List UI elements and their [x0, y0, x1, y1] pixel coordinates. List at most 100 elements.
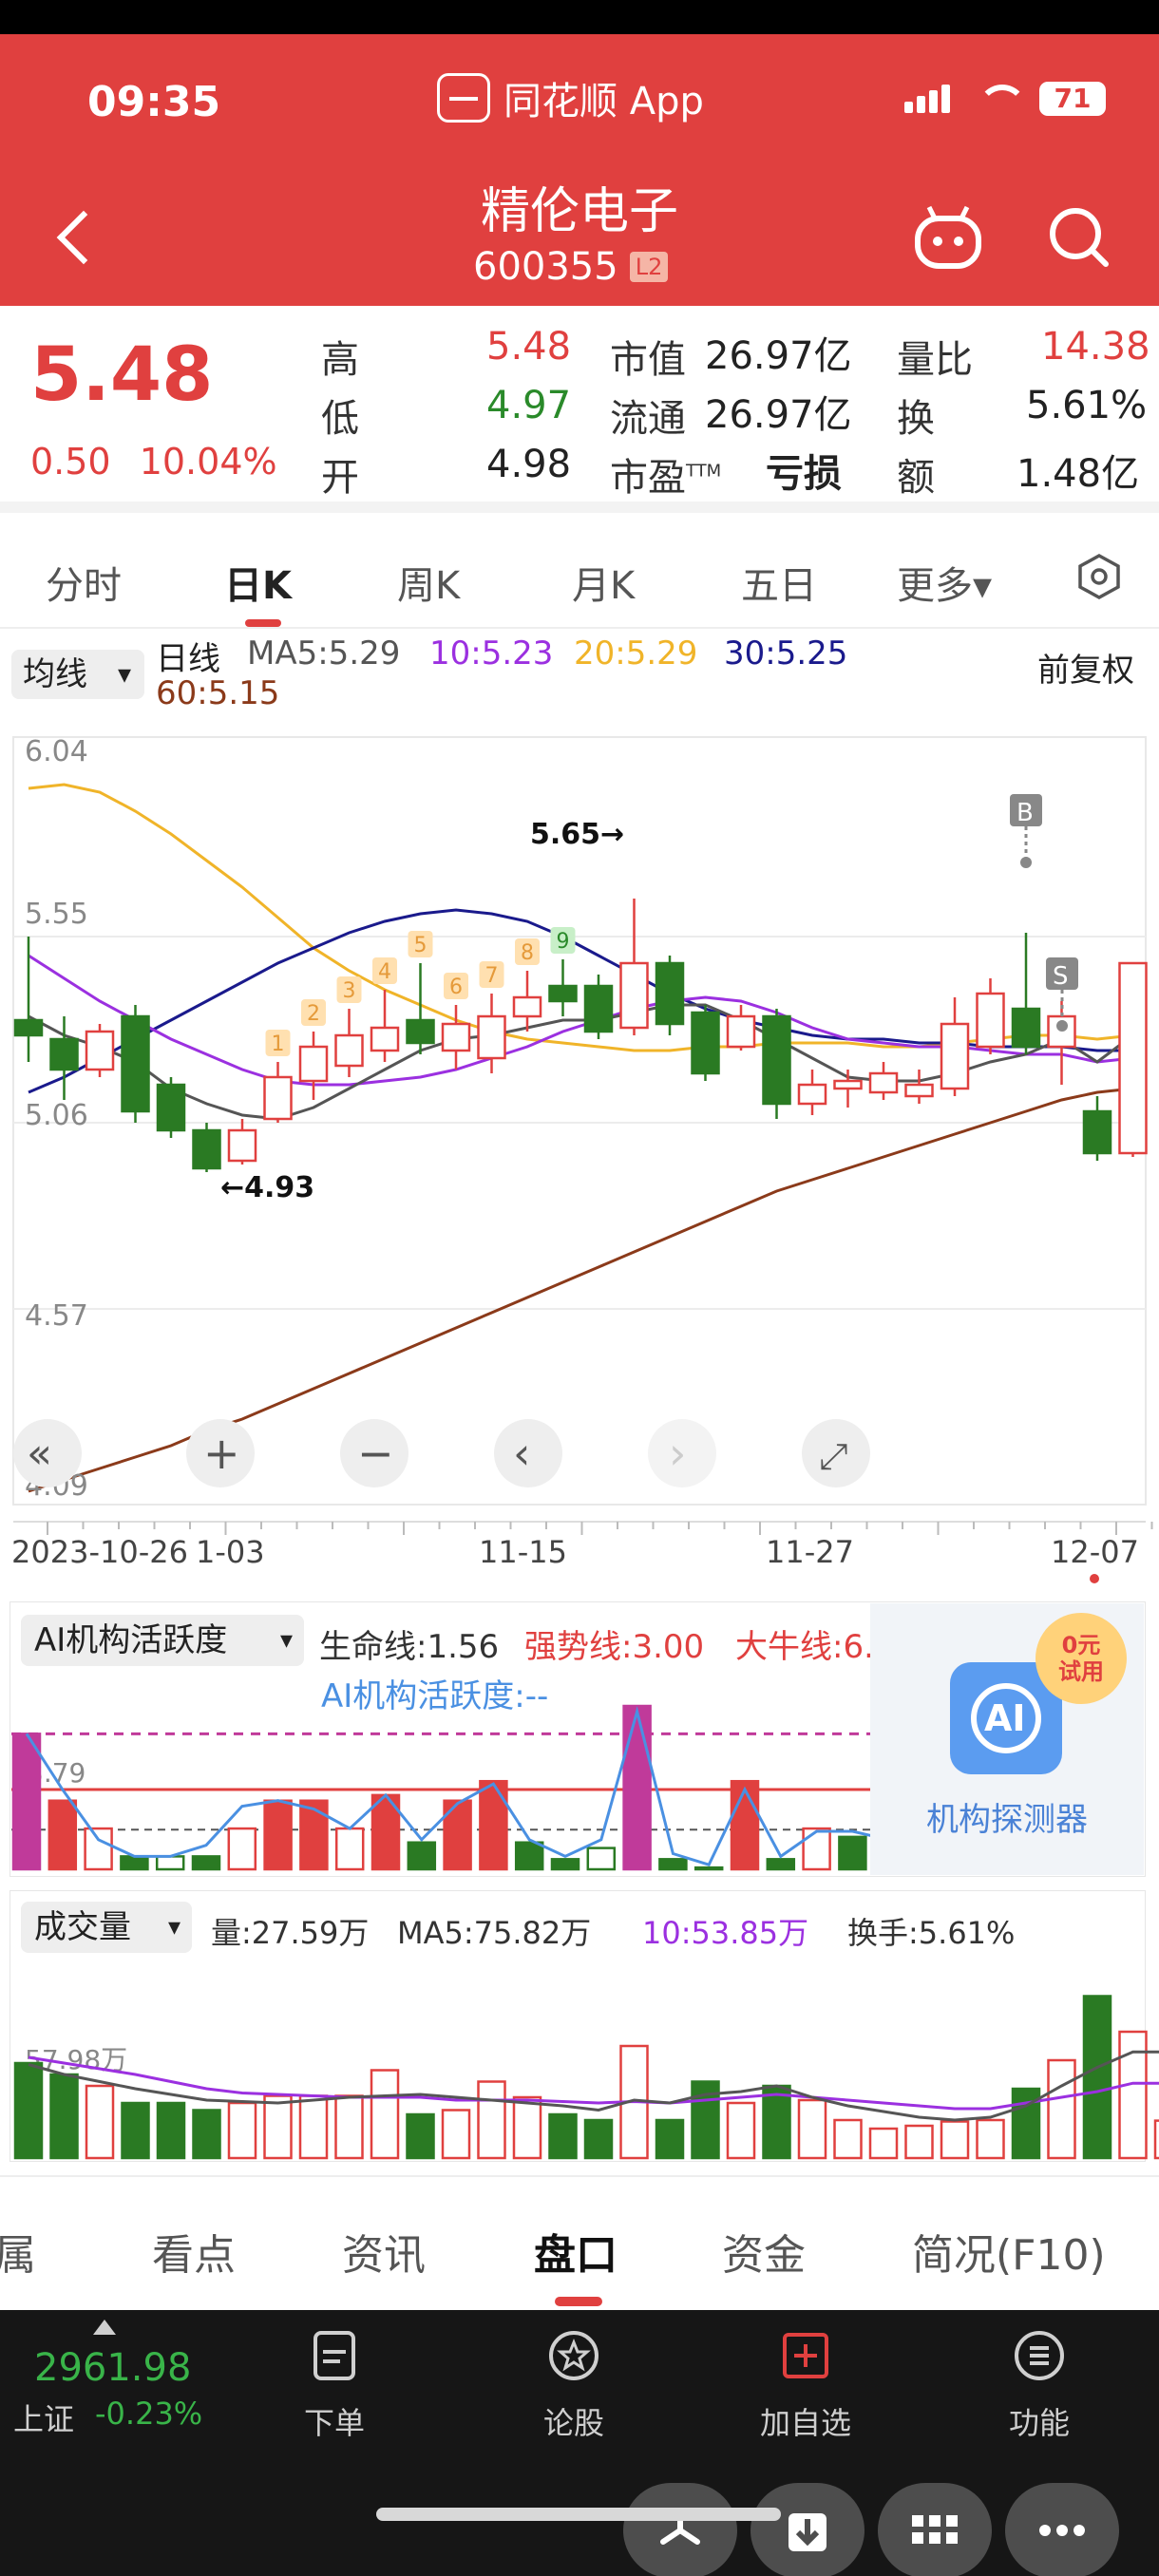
ai-bar	[84, 1827, 113, 1871]
open-value: 4.98	[486, 443, 572, 486]
search-button[interactable]	[1041, 199, 1117, 275]
add-watchlist-button[interactable]: 加自选	[739, 2329, 872, 2443]
turnover-value: 5.61%	[1026, 384, 1148, 427]
sequence-marker-label: 2	[307, 1002, 320, 1026]
candle-body	[1011, 1007, 1041, 1049]
tab-order-book[interactable]: 盘口	[534, 2221, 618, 2282]
order-doc-icon	[314, 2331, 355, 2380]
assistant-button[interactable]	[910, 199, 986, 275]
amount-label: 额	[897, 456, 935, 500]
more-dots-icon	[1039, 2525, 1085, 2536]
tab-highlights[interactable]: 看点	[152, 2221, 236, 2282]
volume-bar	[156, 2101, 186, 2160]
volume-bar	[726, 2101, 756, 2160]
candle-body	[619, 961, 649, 1030]
ma20-value: 20:5.29	[574, 635, 698, 672]
ai-bar	[227, 1827, 257, 1871]
sequence-marker-label: 7	[485, 964, 499, 988]
price-change: 0.50 10.04%	[30, 441, 277, 483]
ai-bar	[191, 1855, 221, 1871]
discuss-button[interactable]: 论股	[507, 2329, 640, 2443]
ai-bar	[334, 1827, 365, 1871]
x-tick-label: 12-07	[1051, 1534, 1139, 1570]
tab-more[interactable]: 更多▾	[897, 555, 992, 610]
candle-body	[976, 992, 1005, 1049]
tab-related[interactable]: 属	[0, 2221, 36, 2282]
vol-ratio-label: 量比	[897, 338, 973, 382]
tab-funds[interactable]: 资金	[722, 2221, 806, 2282]
volume-bar	[512, 2095, 542, 2160]
volume-bar	[13, 2061, 44, 2160]
scroll-left-button[interactable]: «	[13, 1419, 82, 1487]
fab-download-button[interactable]	[750, 2483, 864, 2576]
zoom-in-button[interactable]: +	[186, 1419, 255, 1487]
float-label: 流通	[610, 397, 686, 441]
place-order-label: 下单	[303, 2405, 365, 2441]
turnover-label: 换	[897, 397, 935, 441]
plus-box-icon	[783, 2333, 828, 2378]
high-value: 5.48	[486, 325, 572, 369]
kline-annotations: 6.04 5.55 5.06 4.57 4.09 5.65→ ←4.93	[25, 735, 624, 1503]
tab-weekly-k[interactable]: 周K	[397, 555, 460, 610]
volume-bar	[192, 2109, 221, 2160]
active-detail-tab-indicator	[555, 2297, 602, 2306]
adjust-mode[interactable]: 前复权	[1037, 644, 1134, 691]
add-watchlist-label: 加自选	[759, 2405, 851, 2441]
kline-chart[interactable]: 6.04 5.55 5.06 4.57 4.09 5.65→ ←4.93 123…	[0, 703, 1159, 1586]
star-badge-icon	[549, 2331, 598, 2380]
fullscreen-button[interactable]: ⤢	[802, 1419, 870, 1487]
fab-pinwheel-button[interactable]	[623, 2483, 737, 2576]
sequence-marker-label: 3	[343, 979, 356, 1003]
expand-up-icon[interactable]	[93, 2320, 116, 2335]
change-value: 0.50	[30, 441, 111, 483]
ai-bar	[622, 1704, 652, 1871]
indicator-select[interactable]: 均线	[11, 650, 144, 699]
fab-grid-button[interactable]	[878, 2483, 992, 2576]
volume-bar	[1153, 2119, 1159, 2160]
candle-body	[477, 1014, 506, 1060]
functions-button[interactable]: 功能	[973, 2329, 1106, 2443]
level2-badge: L2	[629, 252, 669, 282]
active-tab-indicator	[245, 619, 281, 627]
float-value: 26.97亿	[705, 393, 852, 437]
volume-bar	[263, 2094, 293, 2160]
low-value: 4.97	[486, 384, 572, 427]
ai-bar	[263, 1799, 293, 1871]
index-change: -0.23%	[95, 2396, 203, 2432]
plus-icon: +	[203, 1428, 240, 1479]
ai-bar	[550, 1858, 580, 1871]
tab-monthly-k[interactable]: 月K	[572, 555, 635, 610]
tab-intraday[interactable]: 分时	[46, 555, 122, 610]
chevron-right-icon: ›	[669, 1428, 686, 1479]
chart-settings-button[interactable]	[1075, 553, 1123, 600]
tab-news[interactable]: 资讯	[342, 2221, 426, 2282]
ai-bar	[838, 1835, 867, 1871]
candle-body	[940, 1022, 970, 1090]
zoom-out-button[interactable]: −	[340, 1419, 408, 1487]
candle-body	[121, 1014, 150, 1113]
pe-value: 亏损	[766, 452, 842, 496]
index-value[interactable]: 2961.98	[34, 2346, 191, 2390]
tab-five-day[interactable]: 五日	[741, 555, 817, 610]
detail-tabs: 属 看点 资讯 盘口 资金 简况(F10)	[0, 2175, 1159, 2310]
minus-icon: −	[357, 1428, 394, 1479]
tab-daily-k[interactable]: 日K	[224, 555, 292, 610]
place-order-button[interactable]: 下单	[268, 2329, 401, 2443]
volume-bar	[797, 2098, 827, 2160]
volume-bar	[940, 2120, 970, 2160]
signal-b-marker: B	[1010, 794, 1042, 868]
settings-hexagon-icon	[1078, 554, 1120, 599]
ai-bar	[766, 1858, 796, 1871]
sequence-marker-label: 5	[414, 934, 428, 957]
home-indicator[interactable]	[376, 2508, 781, 2521]
y-tick-label: 5.55	[25, 898, 88, 931]
sequence-marker-label: 1	[272, 1032, 285, 1056]
status-indicators: 71	[904, 82, 1106, 116]
functions-label: 功能	[1008, 2405, 1070, 2441]
candle-body	[1082, 1109, 1112, 1155]
step-left-button[interactable]: ‹	[494, 1419, 562, 1487]
step-right-button[interactable]: ›	[648, 1419, 716, 1487]
tab-profile-f10[interactable]: 简况(F10)	[912, 2221, 1106, 2282]
institution-detector-promo[interactable]: AI 0元 试用 机构探测器	[870, 1603, 1144, 1875]
fab-more-button[interactable]	[1005, 2483, 1119, 2576]
